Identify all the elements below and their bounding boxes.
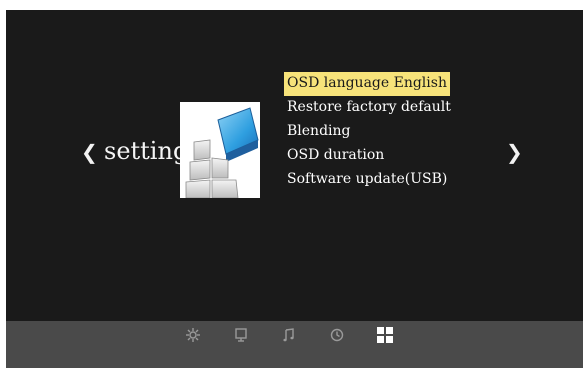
- main-panel: ❮ setting OSD language English Restore f…: [6, 10, 583, 321]
- previous-arrow-icon[interactable]: ❮: [81, 142, 98, 162]
- menu-item-osd-language[interactable]: OSD language English: [284, 72, 454, 96]
- menu-item-software-update[interactable]: Software update(USB): [284, 168, 454, 192]
- settings-graphic-icon: [180, 102, 260, 199]
- music-note-icon[interactable]: [278, 324, 300, 346]
- bottom-icon-row: [182, 324, 396, 346]
- picture-settings-icon[interactable]: [182, 324, 204, 346]
- menu-item-label: OSD language English: [284, 72, 450, 96]
- menu-item-osd-duration[interactable]: OSD duration: [284, 144, 454, 168]
- settings-grid-icon[interactable]: [374, 324, 396, 346]
- next-arrow-icon[interactable]: ❯: [506, 142, 523, 162]
- menu-item-blending[interactable]: Blending: [284, 120, 454, 144]
- section-title: setting: [104, 137, 189, 165]
- clock-icon[interactable]: [326, 324, 348, 346]
- display-icon[interactable]: [230, 324, 252, 346]
- menu-item-restore-factory-default[interactable]: Restore factory default: [284, 96, 454, 120]
- tv-osd-screen: ❮ setting OSD language English Restore f…: [6, 10, 583, 368]
- settings-menu: OSD language English Restore factory def…: [284, 72, 454, 192]
